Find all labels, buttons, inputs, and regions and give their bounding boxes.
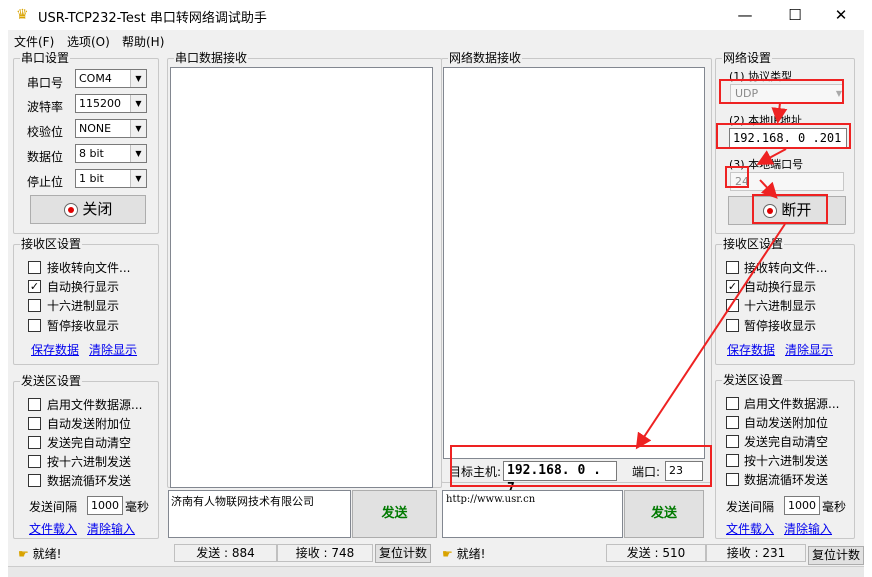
arrow-4: [635, 223, 786, 450]
arrow-3: [759, 179, 778, 199]
annotation-arrows: [635, 102, 788, 450]
arrow-2: [756, 148, 787, 165]
arrow-1: [771, 102, 788, 124]
